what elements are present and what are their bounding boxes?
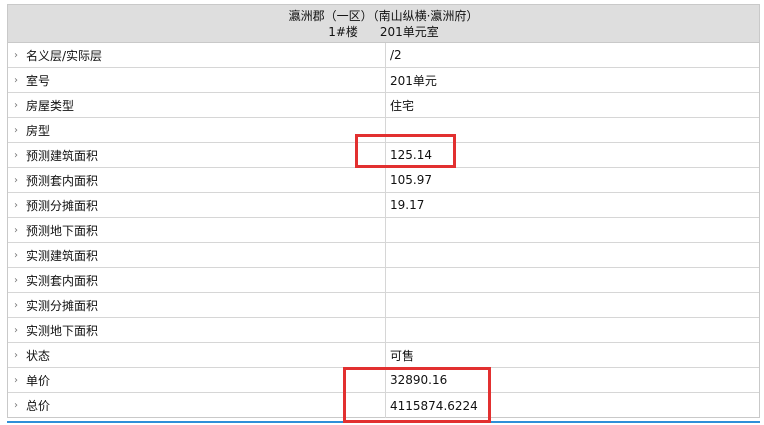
- row-label-cell: › 预测建筑面积: [8, 143, 386, 167]
- row-label: 实测套内面积: [26, 273, 99, 288]
- chevron-right-icon: ›: [14, 274, 18, 286]
- row-label-cell: › 预测分摊面积: [8, 193, 386, 217]
- row-label-cell: › 预测套内面积: [8, 168, 386, 192]
- row-label-cell: › 名义层/实际层: [8, 43, 386, 67]
- table-row: › 预测套内面积 105.97: [8, 168, 759, 193]
- row-label: 预测套内面积: [26, 173, 99, 188]
- table-row: › 名义层/实际层 /2: [8, 43, 759, 68]
- row-label-cell: › 实测建筑面积: [8, 243, 386, 267]
- chevron-right-icon: ›: [14, 199, 18, 211]
- table-row: › 预测分摊面积 19.17: [8, 193, 759, 218]
- row-label: 室号: [26, 73, 51, 88]
- row-value: 32890.16: [390, 373, 448, 387]
- row-value: 201单元: [390, 73, 437, 88]
- chevron-right-icon: ›: [14, 174, 18, 186]
- row-label: 实测地下面积: [26, 323, 99, 338]
- row-label: 名义层/实际层: [26, 48, 103, 63]
- house-info-table: 瀛洲郡（一区）（南山纵横·瀛洲府） 1#楼 201单元室 › 名义层/实际层 /2 …: [7, 4, 760, 418]
- row-value: 125.14: [390, 148, 432, 162]
- table-row: › 预测地下面积: [8, 218, 759, 243]
- table-row: › 室号 201单元: [8, 68, 759, 93]
- bottom-accent-line: [7, 421, 760, 423]
- table-row: › 实测地下面积: [8, 318, 759, 343]
- row-label-cell: › 房屋类型: [8, 93, 386, 117]
- project-title: 瀛洲郡（一区）（南山纵横·瀛洲府）: [288, 9, 479, 23]
- chevron-right-icon: ›: [14, 374, 18, 386]
- row-value: 住宅: [390, 98, 415, 113]
- row-label-cell: › 总价: [8, 393, 386, 418]
- row-label-cell: › 实测套内面积: [8, 268, 386, 292]
- row-value: 4115874.6224: [390, 398, 478, 413]
- row-label-cell: › 实测地下面积: [8, 318, 386, 342]
- table-row: › 预测建筑面积 125.14: [8, 143, 759, 168]
- chevron-right-icon: ›: [14, 149, 18, 161]
- chevron-right-icon: ›: [14, 349, 18, 361]
- row-label-cell: › 实测分摊面积: [8, 293, 386, 317]
- row-label: 实测建筑面积: [26, 248, 99, 263]
- row-value: [386, 318, 759, 342]
- row-label-cell: › 状态: [8, 343, 386, 367]
- table-row: › 实测套内面积: [8, 268, 759, 293]
- chevron-right-icon: ›: [14, 324, 18, 336]
- row-label-cell: › 房型: [8, 118, 386, 142]
- row-label-cell: › 预测地下面积: [8, 218, 386, 242]
- table-row: › 实测分摊面积: [8, 293, 759, 318]
- row-value: 可售: [390, 348, 415, 363]
- row-label: 房型: [26, 123, 51, 138]
- chevron-right-icon: ›: [14, 299, 18, 311]
- row-label: 单价: [26, 373, 51, 388]
- table-row: › 总价 4115874.6224: [8, 393, 759, 418]
- chevron-right-icon: ›: [14, 49, 18, 61]
- row-label: 房屋类型: [26, 98, 75, 113]
- row-label-cell: › 单价: [8, 368, 386, 392]
- table-row: › 房型: [8, 118, 759, 143]
- chevron-right-icon: ›: [14, 224, 18, 236]
- row-label-cell: › 室号: [8, 68, 386, 92]
- chevron-right-icon: ›: [14, 249, 18, 261]
- row-label: 预测分摊面积: [26, 198, 99, 213]
- table-row: › 单价 32890.16: [8, 368, 759, 393]
- chevron-right-icon: ›: [14, 99, 18, 111]
- table-row: › 实测建筑面积: [8, 243, 759, 268]
- table-header: 瀛洲郡（一区）（南山纵横·瀛洲府） 1#楼 201单元室: [8, 5, 759, 43]
- row-value: [386, 218, 759, 242]
- row-label: 总价: [26, 399, 51, 413]
- row-value: 19.17: [390, 198, 425, 212]
- row-value: [386, 293, 759, 317]
- row-value: [386, 243, 759, 267]
- table-row: › 状态 可售: [8, 343, 759, 368]
- building-label: 1#楼: [328, 25, 358, 39]
- row-label: 状态: [26, 348, 51, 363]
- row-value: 105.97: [390, 173, 432, 187]
- row-value: [386, 118, 759, 142]
- chevron-right-icon: ›: [14, 400, 18, 411]
- row-label: 实测分摊面积: [26, 298, 99, 313]
- unit-label: 201单元室: [379, 25, 439, 39]
- row-label: 预测建筑面积: [26, 148, 99, 163]
- table-row: › 房屋类型 住宅: [8, 93, 759, 118]
- chevron-right-icon: ›: [14, 124, 18, 136]
- room-subtitle: 1#楼 201单元室: [8, 24, 759, 40]
- row-value: [386, 268, 759, 292]
- table-body: › 名义层/实际层 /2 › 室号 201单元 › 房屋类型 住宅 › 房型 › 预测建筑…: [8, 43, 759, 418]
- chevron-right-icon: ›: [14, 74, 18, 86]
- row-label: 预测地下面积: [26, 223, 99, 238]
- row-value: /2: [390, 48, 402, 62]
